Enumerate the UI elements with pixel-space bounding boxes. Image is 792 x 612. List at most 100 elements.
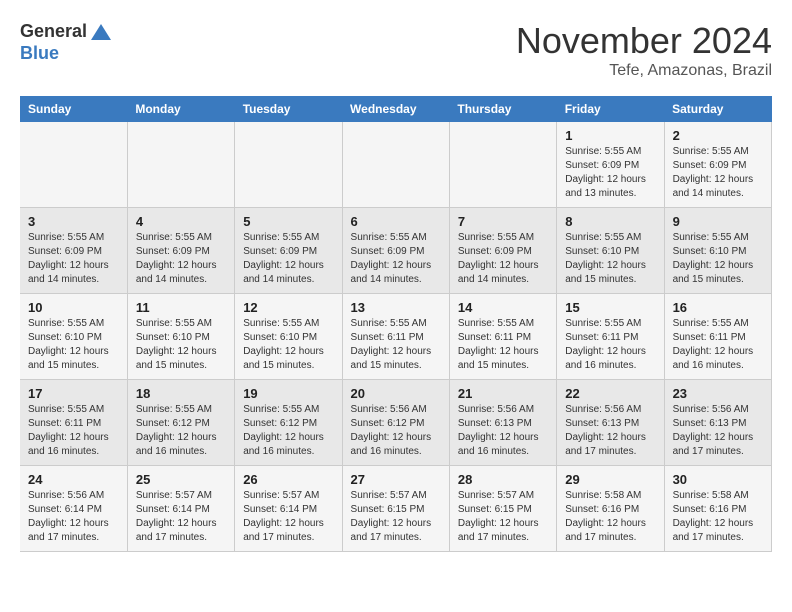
logo-arrow-icon <box>89 20 113 44</box>
day-info: Sunrise: 5:56 AMSunset: 6:13 PMDaylight:… <box>673 403 763 459</box>
day-number: 16 <box>673 300 763 315</box>
day-number: 14 <box>458 300 548 315</box>
day-info: Sunrise: 5:55 AMSunset: 6:11 PMDaylight:… <box>351 317 441 373</box>
day-info: Sunrise: 5:55 AMSunset: 6:11 PMDaylight:… <box>28 403 119 459</box>
day-info: Sunrise: 5:55 AMSunset: 6:09 PMDaylight:… <box>351 231 441 287</box>
header-sunday: Sunday <box>20 96 127 122</box>
day-number: 13 <box>351 300 441 315</box>
day-info: Sunrise: 5:55 AMSunset: 6:12 PMDaylight:… <box>243 403 333 459</box>
day-number: 17 <box>28 386 119 401</box>
page-header: General Blue November 2024 Tefe, Amazona… <box>20 20 772 80</box>
table-row: 13 Sunrise: 5:55 AMSunset: 6:11 PMDayligh… <box>342 294 449 380</box>
table-row: 28 Sunrise: 5:57 AMSunset: 6:15 PMDayligh… <box>449 466 556 552</box>
day-info: Sunrise: 5:58 AMSunset: 6:16 PMDaylight:… <box>565 489 655 545</box>
table-row: 5Sunrise: 5:55 AMSunset: 6:09 PMDaylight… <box>235 208 342 294</box>
day-number: 28 <box>458 472 548 487</box>
day-number: 18 <box>136 386 226 401</box>
table-row <box>235 122 342 208</box>
calendar-body: 1 Sunrise: 5:55 AMSunset: 6:09 PMDaylight… <box>20 122 772 552</box>
day-number: 30 <box>673 472 763 487</box>
day-number: 23 <box>673 386 763 401</box>
day-number: 8 <box>565 214 655 229</box>
day-number: 15 <box>565 300 655 315</box>
calendar-header: Sunday Monday Tuesday Wednesday Thursday… <box>20 96 772 122</box>
table-row: 22Sunrise: 5:56 AMSunset: 6:13 PMDayligh… <box>557 380 664 466</box>
table-row: 16 Sunrise: 5:55 AMSunset: 6:11 PMDayligh… <box>664 294 771 380</box>
table-row: 15Sunrise: 5:55 AMSunset: 6:11 PMDayligh… <box>557 294 664 380</box>
day-info: Sunrise: 5:56 AMSunset: 6:13 PMDaylight:… <box>458 403 548 459</box>
day-number: 19 <box>243 386 333 401</box>
day-info: Sunrise: 5:55 AMSunset: 6:10 PMDaylight:… <box>673 231 763 287</box>
table-row: 8 Sunrise: 5:55 AMSunset: 6:10 PMDaylight… <box>557 208 664 294</box>
day-number: 21 <box>458 386 548 401</box>
title-block: November 2024 Tefe, Amazonas, Brazil <box>516 20 772 80</box>
day-info: Sunrise: 5:56 AMSunset: 6:14 PMDaylight:… <box>28 489 119 545</box>
table-row: 12 Sunrise: 5:55 AMSunset: 6:10 PMDayligh… <box>235 294 342 380</box>
day-info: Sunrise: 5:55 AMSunset: 6:11 PMDaylight:… <box>458 317 548 373</box>
day-number: 11 <box>136 300 226 315</box>
calendar-week-row: 10 Sunrise: 5:55 AMSunset: 6:10 PMDayligh… <box>20 294 772 380</box>
header-friday: Friday <box>557 96 664 122</box>
day-number: 6 <box>351 214 441 229</box>
table-row: 23 Sunrise: 5:56 AMSunset: 6:13 PMDayligh… <box>664 380 771 466</box>
table-row: 11 Sunrise: 5:55 AMSunset: 6:10 PMDayligh… <box>127 294 234 380</box>
table-row <box>449 122 556 208</box>
day-number: 1 <box>565 128 655 143</box>
table-row: 2Sunrise: 5:55 AMSunset: 6:09 PMDaylight… <box>664 122 771 208</box>
table-row: 14 Sunrise: 5:55 AMSunset: 6:11 PMDayligh… <box>449 294 556 380</box>
table-row: 3 Sunrise: 5:55 AMSunset: 6:09 PMDaylight… <box>20 208 127 294</box>
day-info: Sunrise: 5:55 AMSunset: 6:10 PMDaylight:… <box>28 317 119 373</box>
table-row <box>127 122 234 208</box>
day-info: Sunrise: 5:57 AMSunset: 6:14 PMDaylight:… <box>136 489 226 545</box>
logo: General Blue <box>20 20 113 64</box>
day-number: 12 <box>243 300 333 315</box>
table-row: 21 Sunrise: 5:56 AMSunset: 6:13 PMDayligh… <box>449 380 556 466</box>
table-row: 30 Sunrise: 5:58 AMSunset: 6:16 PMDayligh… <box>664 466 771 552</box>
table-row: 25 Sunrise: 5:57 AMSunset: 6:14 PMDayligh… <box>127 466 234 552</box>
day-number: 24 <box>28 472 119 487</box>
day-number: 29 <box>565 472 655 487</box>
day-info: Sunrise: 5:57 AMSunset: 6:14 PMDaylight:… <box>243 489 333 545</box>
day-number: 20 <box>351 386 441 401</box>
logo-blue-text: Blue <box>20 44 113 64</box>
table-row: 7 Sunrise: 5:55 AMSunset: 6:09 PMDaylight… <box>449 208 556 294</box>
day-number: 10 <box>28 300 119 315</box>
calendar-table: Sunday Monday Tuesday Wednesday Thursday… <box>20 96 772 552</box>
day-info: Sunrise: 5:55 AMSunset: 6:10 PMDaylight:… <box>243 317 333 373</box>
day-info: Sunrise: 5:55 AMSunset: 6:09 PMDaylight:… <box>28 231 119 287</box>
header-wednesday: Wednesday <box>342 96 449 122</box>
calendar-week-row: 17 Sunrise: 5:55 AMSunset: 6:11 PMDayligh… <box>20 380 772 466</box>
day-info: Sunrise: 5:55 AMSunset: 6:09 PMDaylight:… <box>243 231 333 287</box>
location: Tefe, Amazonas, Brazil <box>516 62 772 80</box>
calendar-week-row: 3 Sunrise: 5:55 AMSunset: 6:09 PMDaylight… <box>20 208 772 294</box>
day-info: Sunrise: 5:55 AMSunset: 6:09 PMDaylight:… <box>136 231 226 287</box>
day-info: Sunrise: 5:55 AMSunset: 6:09 PMDaylight:… <box>458 231 548 287</box>
table-row: 24 Sunrise: 5:56 AMSunset: 6:14 PMDayligh… <box>20 466 127 552</box>
header-saturday: Saturday <box>664 96 771 122</box>
table-row: 10 Sunrise: 5:55 AMSunset: 6:10 PMDayligh… <box>20 294 127 380</box>
table-row <box>342 122 449 208</box>
table-row: 17 Sunrise: 5:55 AMSunset: 6:11 PMDayligh… <box>20 380 127 466</box>
day-info: Sunrise: 5:57 AMSunset: 6:15 PMDaylight:… <box>458 489 548 545</box>
table-row: 19 Sunrise: 5:55 AMSunset: 6:12 PMDayligh… <box>235 380 342 466</box>
table-row: 29 Sunrise: 5:58 AMSunset: 6:16 PMDayligh… <box>557 466 664 552</box>
table-row: 27Sunrise: 5:57 AMSunset: 6:15 PMDayligh… <box>342 466 449 552</box>
day-number: 7 <box>458 214 548 229</box>
day-info: Sunrise: 5:55 AMSunset: 6:10 PMDaylight:… <box>565 231 655 287</box>
table-row: 1Sunrise: 5:55 AMSunset: 6:09 PMDaylight… <box>557 122 664 208</box>
day-info: Sunrise: 5:58 AMSunset: 6:16 PMDaylight:… <box>673 489 763 545</box>
calendar-week-row: 1 Sunrise: 5:55 AMSunset: 6:09 PMDaylight… <box>20 122 772 208</box>
header-thursday: Thursday <box>449 96 556 122</box>
month-title: November 2024 <box>516 20 772 62</box>
header-tuesday: Tuesday <box>235 96 342 122</box>
table-row: 18 Sunrise: 5:55 AMSunset: 6:12 PMDayligh… <box>127 380 234 466</box>
day-info: Sunrise: 5:55 AMSunset: 6:09 PMDaylight:… <box>673 145 763 201</box>
day-number: 3 <box>28 214 119 229</box>
day-number: 9 <box>673 214 763 229</box>
day-number: 25 <box>136 472 226 487</box>
day-info: Sunrise: 5:57 AMSunset: 6:15 PMDaylight:… <box>351 489 441 545</box>
day-info: Sunrise: 5:55 AMSunset: 6:10 PMDaylight:… <box>136 317 226 373</box>
day-info: Sunrise: 5:55 AMSunset: 6:11 PMDaylight:… <box>673 317 763 373</box>
day-info: Sunrise: 5:55 AMSunset: 6:12 PMDaylight:… <box>136 403 226 459</box>
day-info: Sunrise: 5:56 AMSunset: 6:13 PMDaylight:… <box>565 403 655 459</box>
